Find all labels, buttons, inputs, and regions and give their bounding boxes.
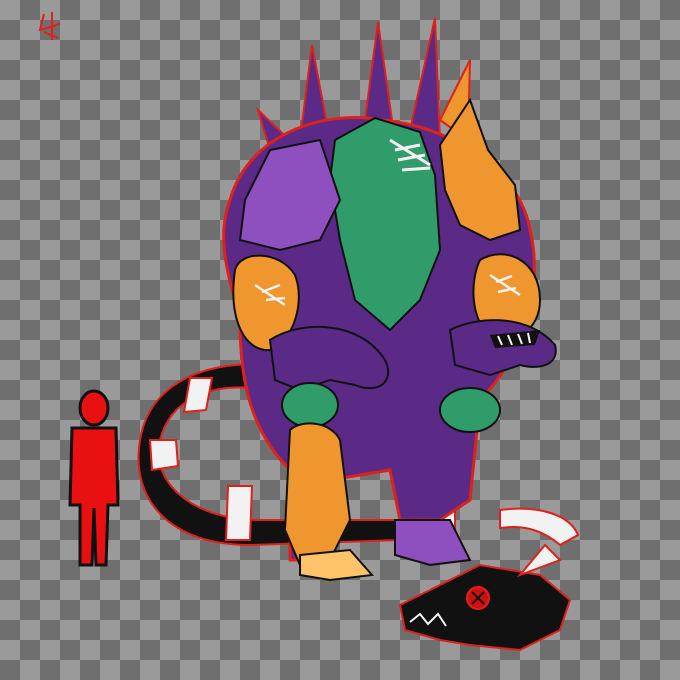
- green-right-fist: [439, 387, 501, 433]
- green-left-fist: [281, 382, 339, 428]
- artist-signature: [38, 12, 61, 40]
- creature-illustration: [38, 12, 580, 652]
- purple-foot: [394, 519, 472, 567]
- orange-foot: [299, 548, 375, 582]
- red-human-silhouette: [68, 389, 120, 567]
- orange-leg: [283, 422, 352, 567]
- patchwork-chimera-monster: [222, 17, 557, 582]
- right-arm: [448, 319, 557, 377]
